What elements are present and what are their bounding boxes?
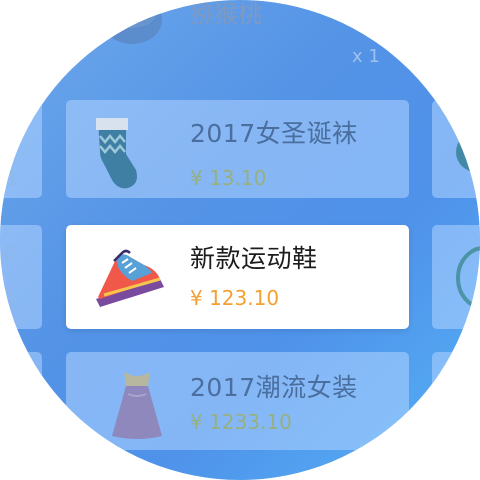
product-price: ¥ 13.10 <box>190 166 267 190</box>
christmas-sock-icon <box>96 118 137 189</box>
right-column-card[interactable] <box>432 225 480 329</box>
left-column-card[interactable] <box>0 352 42 450</box>
top-product-quantity: x 1 <box>352 46 380 67</box>
product-card-sneaker[interactable]: 新款运动鞋 ¥ 123.10 <box>66 225 409 329</box>
left-column-card[interactable] <box>0 225 42 329</box>
left-column-digit: 1 <box>4 286 17 308</box>
product-card-dress[interactable]: 2017潮流女装 ¥ 1233.10 <box>66 352 409 450</box>
product-title: 新款运动鞋 <box>190 244 318 273</box>
product-title: 2017女圣诞袜 <box>190 119 358 148</box>
ring-icon <box>456 246 480 310</box>
top-product-title: 猕猴桃 <box>190 0 262 28</box>
right-column-card[interactable] <box>432 100 480 198</box>
kiwi-bowl-icon <box>102 0 167 44</box>
product-price: ¥ 123.10 <box>190 286 280 310</box>
sneaker-icon <box>96 249 164 307</box>
bowl-icon <box>456 132 480 172</box>
left-column-digit: 0 <box>4 242 17 264</box>
watch-screen: 猕猴桃 x 1 1 0 1 2017女圣诞袜 ¥ 13.10 新款运动鞋 ¥ 1… <box>0 0 480 480</box>
left-column-digit: 1 <box>6 168 19 190</box>
product-title: 2017潮流女装 <box>190 373 358 402</box>
dress-icon <box>112 372 162 439</box>
product-price: ¥ 1233.10 <box>190 410 292 434</box>
product-card-christmas-sock[interactable]: 2017女圣诞袜 ¥ 13.10 <box>66 100 409 198</box>
right-column-card[interactable] <box>432 352 480 450</box>
